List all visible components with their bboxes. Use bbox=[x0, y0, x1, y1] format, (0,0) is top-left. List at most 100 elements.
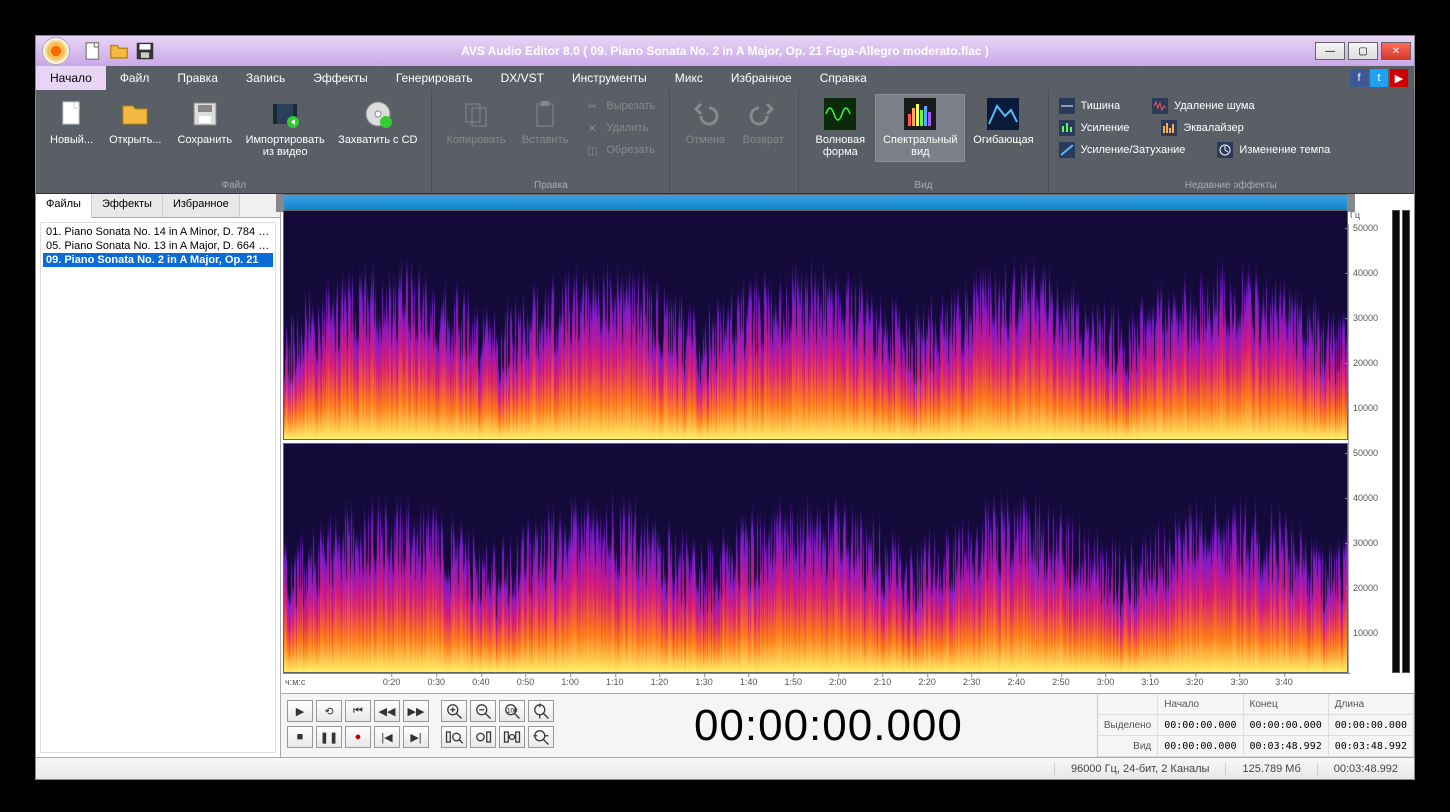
delete-button[interactable]: ✕Удалить bbox=[580, 118, 659, 138]
meter-right bbox=[1402, 210, 1410, 673]
fade-button[interactable]: Усиление/Затухание bbox=[1055, 140, 1190, 160]
list-item[interactable]: 05. Piano Sonata No. 13 in A Major, D. 6… bbox=[43, 239, 273, 253]
forward-button[interactable]: ▶▶ bbox=[403, 700, 429, 722]
sel-len-value[interactable]: 00:00:00.000 bbox=[1329, 715, 1414, 736]
envelope-button[interactable]: Огибающая bbox=[965, 94, 1041, 150]
sidebar-tab-files[interactable]: Файлы bbox=[36, 194, 92, 218]
film-icon bbox=[269, 98, 301, 130]
window-controls: — ▢ ✕ bbox=[1315, 42, 1414, 60]
zoom-full-button[interactable]: 100 bbox=[499, 700, 525, 722]
import-video-button[interactable]: Импортировать из видео bbox=[240, 94, 330, 162]
menu-generate[interactable]: Генерировать bbox=[382, 66, 487, 90]
minimize-button[interactable]: — bbox=[1315, 42, 1345, 60]
youtube-icon[interactable]: ▶ bbox=[1390, 69, 1408, 87]
spectral-button[interactable]: Спектральный вид bbox=[875, 94, 965, 162]
menu-edit[interactable]: Правка bbox=[163, 66, 232, 90]
editor: Гц 5000040000300002000010000 50000400003… bbox=[281, 194, 1414, 757]
ribbon-group-file: Новый... Открыть... Сохранить Импортиров… bbox=[36, 90, 432, 193]
menu-file[interactable]: Файл bbox=[106, 66, 164, 90]
list-item[interactable]: 01. Piano Sonata No. 14 in A Minor, D. 7… bbox=[43, 225, 273, 239]
menu-record[interactable]: Запись bbox=[232, 66, 299, 90]
view-end-value[interactable]: 00:03:48.992 bbox=[1244, 736, 1329, 757]
noise-removal-button[interactable]: Удаление шума bbox=[1148, 96, 1258, 116]
zoom-vfit-button[interactable] bbox=[528, 726, 554, 748]
open-button[interactable]: Открыть... bbox=[101, 94, 169, 150]
view-start-value[interactable]: 00:00:00.000 bbox=[1158, 736, 1243, 757]
zoom-sel-out-button[interactable] bbox=[470, 726, 496, 748]
new-button[interactable]: Новый... bbox=[42, 94, 101, 150]
app-window: AVS Audio Editor 8.0 ( 09. Piano Sonata … bbox=[35, 35, 1415, 780]
frequency-ruler: Гц 5000040000300002000010000 50000400003… bbox=[1348, 210, 1390, 673]
copy-icon bbox=[460, 98, 492, 130]
go-end-button[interactable]: ▶| bbox=[403, 726, 429, 748]
cut-button[interactable]: ✂Вырезать bbox=[580, 96, 659, 116]
crop-button[interactable]: ◫Обрезать bbox=[580, 140, 659, 160]
paste-icon bbox=[529, 98, 561, 130]
spectral-icon bbox=[904, 98, 936, 130]
time-display: 00:00:00.000 bbox=[560, 694, 1097, 757]
qat-open-icon[interactable] bbox=[108, 40, 130, 62]
copy-button[interactable]: Копировать bbox=[438, 94, 513, 150]
redo-button[interactable]: Возврат bbox=[734, 94, 792, 150]
waveform-button[interactable]: Волновая форма bbox=[805, 94, 875, 162]
play-button[interactable]: ▶ bbox=[287, 700, 313, 722]
ribbon-group-history: Отмена Возврат bbox=[670, 90, 799, 193]
menu-mix[interactable]: Микс bbox=[661, 66, 717, 90]
rewind-button[interactable]: ◀◀ bbox=[374, 700, 400, 722]
zoom-vertical-button[interactable] bbox=[528, 700, 554, 722]
menu-favorites[interactable]: Избранное bbox=[717, 66, 806, 90]
sidebar-tab-favorites[interactable]: Избранное bbox=[163, 194, 240, 217]
overview-strip[interactable] bbox=[283, 194, 1348, 210]
twitter-icon[interactable]: t bbox=[1370, 69, 1388, 87]
pause-button[interactable]: ❚❚ bbox=[316, 726, 342, 748]
view-len-value[interactable]: 00:03:48.992 bbox=[1329, 736, 1414, 757]
ribbon-group-recent-effects: Тишина Удаление шума Усиление Эквалайзер… bbox=[1049, 90, 1414, 193]
silence-icon bbox=[1059, 98, 1075, 114]
channel-right[interactable] bbox=[283, 443, 1348, 673]
ribbon: Новый... Открыть... Сохранить Импортиров… bbox=[36, 90, 1414, 194]
qat-new-icon[interactable] bbox=[82, 40, 104, 62]
menu-effects[interactable]: Эффекты bbox=[299, 66, 382, 90]
grab-cd-button[interactable]: Захватить с CD bbox=[330, 94, 425, 150]
paste-button[interactable]: Вставить bbox=[514, 94, 577, 150]
loop-button[interactable]: ⟲ bbox=[316, 700, 342, 722]
app-icon bbox=[42, 37, 70, 65]
equalizer-button[interactable]: Эквалайзер bbox=[1157, 118, 1247, 138]
delete-icon: ✕ bbox=[584, 120, 600, 136]
sel-start-value[interactable]: 00:00:00.000 bbox=[1158, 715, 1243, 736]
transport: ▶ ⟲ ⏮ ◀◀ ▶▶ ■ ❚❚ ● |◀ ▶| bbox=[281, 693, 1414, 757]
list-item[interactable]: 09. Piano Sonata No. 2 in A Major, Op. 2… bbox=[43, 253, 273, 267]
menu-help[interactable]: Справка bbox=[806, 66, 881, 90]
file-list[interactable]: 01. Piano Sonata No. 14 in A Minor, D. 7… bbox=[40, 222, 276, 753]
tempo-icon bbox=[1217, 142, 1233, 158]
sel-end-value[interactable]: 00:00:00.000 bbox=[1244, 715, 1329, 736]
zoom-in-button[interactable] bbox=[441, 700, 467, 722]
maximize-button[interactable]: ▢ bbox=[1348, 42, 1378, 60]
status-duration: 00:03:48.992 bbox=[1317, 763, 1414, 775]
menu-start[interactable]: Начало bbox=[36, 66, 106, 90]
amplify-button[interactable]: Усиление bbox=[1055, 118, 1134, 138]
sidebar-tab-effects[interactable]: Эффекты bbox=[92, 194, 163, 217]
facebook-icon[interactable]: f bbox=[1350, 69, 1368, 87]
menu-dxvst[interactable]: DX/VST bbox=[487, 66, 558, 90]
menu-tools[interactable]: Инструменты bbox=[558, 66, 661, 90]
tempo-button[interactable]: Изменение темпа bbox=[1213, 140, 1334, 160]
save-button[interactable]: Сохранить bbox=[170, 94, 241, 150]
time-grid: Начало Конец Длина Выделено 00:00:00.000… bbox=[1097, 694, 1414, 757]
spectrogram-canvas bbox=[284, 444, 1347, 672]
zoom-sel-in-button[interactable] bbox=[441, 726, 467, 748]
undo-button[interactable]: Отмена bbox=[676, 94, 734, 150]
time-ruler[interactable]: ч:м:с 0:200:300:400:501:001:101:201:301:… bbox=[283, 673, 1350, 693]
qat-save-icon[interactable] bbox=[134, 40, 156, 62]
skip-back-button[interactable]: ⏮ bbox=[345, 700, 371, 722]
silence-button[interactable]: Тишина bbox=[1055, 96, 1125, 116]
statusbar: 96000 Гц, 24-бит, 2 Каналы 125.789 Мб 00… bbox=[36, 757, 1414, 779]
zoom-sel-button[interactable] bbox=[499, 726, 525, 748]
zoom-out-button[interactable] bbox=[470, 700, 496, 722]
level-meters bbox=[1390, 210, 1412, 673]
close-button[interactable]: ✕ bbox=[1381, 42, 1411, 60]
stop-button[interactable]: ■ bbox=[287, 726, 313, 748]
go-start-button[interactable]: |◀ bbox=[374, 726, 400, 748]
record-button[interactable]: ● bbox=[345, 726, 371, 748]
channel-left[interactable] bbox=[283, 210, 1348, 440]
